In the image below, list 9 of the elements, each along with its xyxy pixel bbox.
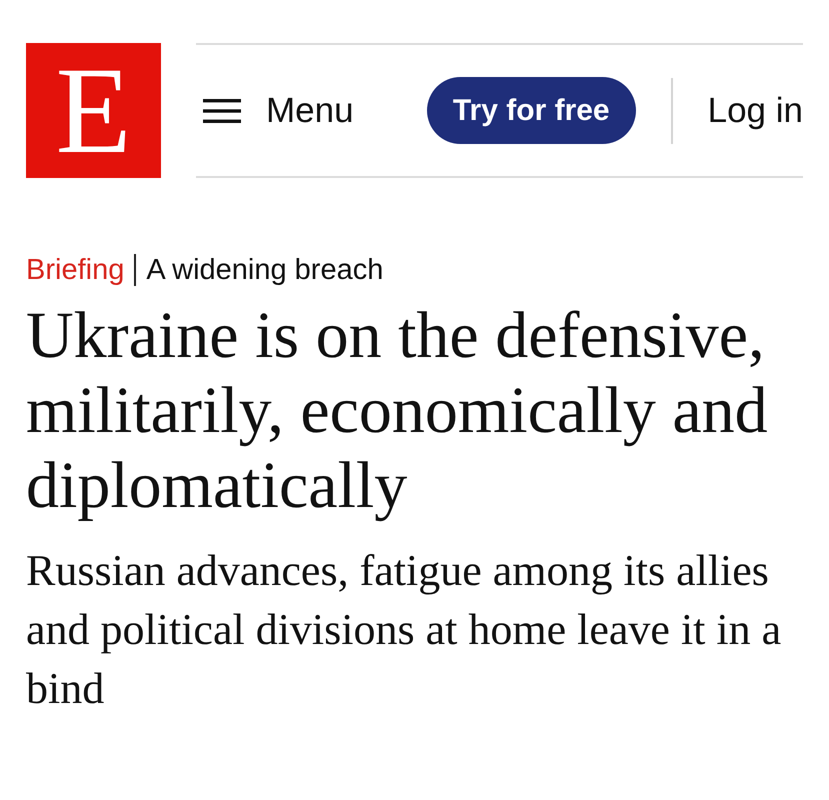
log-in-link[interactable]: Log in: [708, 90, 803, 130]
try-for-free-button[interactable]: Try for free: [426, 77, 636, 144]
topic-label: A widening breach: [146, 253, 384, 288]
menu-icon: [203, 98, 241, 122]
logo[interactable]: E: [26, 43, 161, 178]
headline: Ukraine is on the defensive, militarily, economically and diplomatically: [26, 298, 769, 523]
section-link[interactable]: Briefing: [26, 252, 124, 288]
standfirst: Russian advances, fatigue among its allies and political divisions at home leave it in a bind: [26, 545, 782, 715]
menu-button[interactable]: Menu: [203, 90, 354, 130]
